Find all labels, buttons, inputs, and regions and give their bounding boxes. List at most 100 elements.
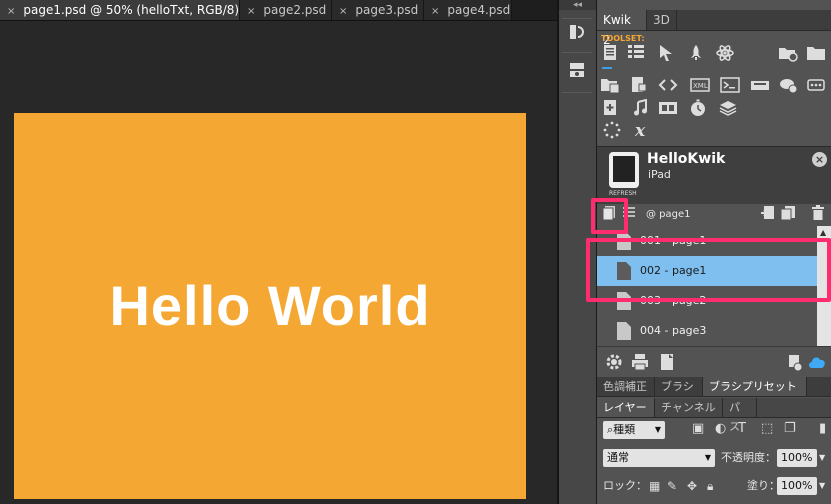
adjustments-tab-bar: 色調補正 ブラシ ブラシプリセット <box>597 377 831 397</box>
add-file-icon[interactable] <box>599 99 621 119</box>
tab-page2[interactable]: × page2.psd <box>240 0 332 20</box>
scroll-up-icon[interactable]: ▲ <box>820 228 826 237</box>
adjustment-filter-icon[interactable]: ◐ <box>715 420 726 438</box>
tab-channels[interactable]: チャンネル <box>655 398 723 417</box>
close-tab-icon[interactable]: × <box>431 6 439 17</box>
function-icon[interactable]: x <box>631 120 653 141</box>
fill-value: 100% <box>781 479 813 492</box>
trash-icon[interactable] <box>809 205 827 227</box>
app-device-label: iPad <box>648 168 671 181</box>
opacity-field[interactable]: 100% <box>777 449 817 467</box>
tab-label: page4.psd <box>447 3 511 17</box>
layer-filter-select[interactable]: ⌕種類 ▼ <box>603 421 665 439</box>
tab-layers[interactable]: レイヤー <box>597 398 655 417</box>
page-row[interactable]: 004 - page3 <box>597 316 817 346</box>
lock-label: ロック： <box>603 479 647 492</box>
lock-position-icon[interactable]: ✥ <box>687 477 697 495</box>
publish-icon[interactable] <box>787 354 803 376</box>
strip-divider <box>562 92 592 93</box>
chevron-down-icon: ▼ <box>704 453 711 462</box>
chevron-down-icon[interactable]: ▼ <box>819 449 825 467</box>
stopwatch-icon[interactable] <box>687 99 709 119</box>
blend-mode-select[interactable]: 通常 ▼ <box>603 449 715 467</box>
close-tab-icon[interactable]: × <box>7 6 15 17</box>
toolset-label: TOOLSET: <box>601 34 645 43</box>
duplicate-page-icon[interactable] <box>779 205 797 227</box>
panel-tab-bar: Kwik 2 3D <box>597 10 831 47</box>
lock-all-icon[interactable]: 🔒︎ <box>707 477 713 495</box>
current-page-label: @ page1 <box>646 209 691 220</box>
print-icon[interactable] <box>631 353 649 375</box>
import-page-icon[interactable] <box>759 205 777 227</box>
shape-filter-icon[interactable]: ⬚ <box>761 420 773 438</box>
artboard[interactable]: Hello World <box>14 113 526 499</box>
folder-clock-icon[interactable] <box>777 44 799 64</box>
chevron-down-icon[interactable]: ▼ <box>819 477 825 495</box>
blend-mode-value: 通常 <box>607 451 629 464</box>
code-icon[interactable] <box>657 76 679 96</box>
keyboard-icon[interactable] <box>749 76 771 96</box>
app-title: HelloKwik <box>647 151 726 167</box>
filter-toggle-icon[interactable]: ▮ <box>819 420 826 438</box>
lock-image-icon[interactable]: ✎ <box>667 477 677 495</box>
type-filter-icon[interactable]: T <box>738 420 746 438</box>
layers-tab-bar: レイヤー チャンネル パス <box>597 398 831 433</box>
tab-color-adjust[interactable]: 色調補正 <box>597 377 655 396</box>
hello-world-text[interactable]: Hello World <box>14 273 526 338</box>
chat-icon[interactable] <box>777 76 799 96</box>
page-row-label: 004 - page3 <box>640 324 707 337</box>
tab-kwik2[interactable]: Kwik 2 <box>597 10 647 47</box>
highlight-pages-button <box>591 198 628 234</box>
tab-3d[interactable]: 3D <box>647 10 677 30</box>
dots-icon[interactable] <box>805 76 827 96</box>
device-caption: REFRESH <box>609 190 637 197</box>
collapse-arrows-icon[interactable]: ◂◂ <box>559 0 596 10</box>
xml-icon[interactable]: XML <box>689 76 711 96</box>
layers-icon[interactable] <box>717 99 739 119</box>
highlight-selected-page <box>586 238 831 302</box>
folder-image-icon[interactable] <box>599 76 621 96</box>
smart-object-filter-icon[interactable]: ❐ <box>784 420 796 438</box>
toolset-selection-indicator <box>602 67 612 69</box>
opacity-value: 100% <box>781 451 813 464</box>
close-tab-icon[interactable]: × <box>339 6 347 17</box>
page-file-icon <box>617 322 631 340</box>
close-tab-icon[interactable]: × <box>247 6 255 17</box>
tab-page1[interactable]: × page1.psd @ 50% (helloTxt, RGB/8) <box>0 0 240 20</box>
page-icon[interactable] <box>599 44 621 64</box>
tab-label: page3.psd <box>355 3 419 17</box>
lock-transparent-icon[interactable]: ▦ <box>649 477 660 495</box>
tab-brush-presets[interactable]: ブラシプリセット <box>703 377 807 396</box>
fill-label: 塗り： <box>747 479 780 492</box>
document-icon[interactable] <box>659 353 675 375</box>
folder-icon[interactable] <box>805 44 827 64</box>
tab-paths[interactable]: パス <box>723 398 757 433</box>
tab-brush[interactable]: ブラシ <box>655 377 703 396</box>
fill-field[interactable]: 100% <box>777 477 817 495</box>
spinner-icon[interactable] <box>601 121 623 141</box>
ipad-device-icon[interactable] <box>609 152 639 188</box>
close-app-icon[interactable]: × <box>812 152 827 167</box>
terminal-icon[interactable] <box>719 76 741 96</box>
cursor-icon[interactable] <box>655 44 677 64</box>
strip-divider <box>562 52 592 53</box>
cloud-sync-icon[interactable] <box>807 354 827 374</box>
actions-icon[interactable] <box>563 60 591 86</box>
tab-label: page1.psd @ 50% (helloTxt, RGB/8) <box>23 3 240 17</box>
music-icon[interactable] <box>629 98 651 119</box>
canvas-area[interactable]: Hello World <box>0 21 557 504</box>
tab-page3[interactable]: × page3.psd <box>332 0 424 20</box>
atom-icon[interactable] <box>714 44 736 64</box>
pixel-filter-icon[interactable]: ▣ <box>692 420 704 438</box>
slideshow-icon[interactable] <box>657 99 679 119</box>
tab-label: page2.psd <box>263 3 327 17</box>
document-tab-bar: × page1.psd @ 50% (helloTxt, RGB/8) × page… <box>0 0 558 21</box>
settings-gear-icon[interactable] <box>605 353 623 375</box>
rocket-icon[interactable] <box>685 44 707 64</box>
video-file-icon[interactable] <box>627 76 649 96</box>
tab-page4[interactable]: × page4.psd <box>424 0 512 20</box>
list-icon[interactable] <box>625 44 647 64</box>
history-icon[interactable] <box>563 22 591 48</box>
svg-text:XML: XML <box>693 82 708 90</box>
svg-text:x: x <box>634 121 646 140</box>
